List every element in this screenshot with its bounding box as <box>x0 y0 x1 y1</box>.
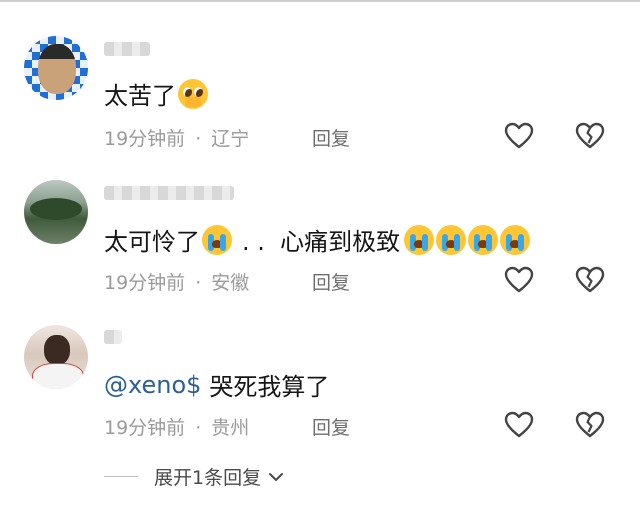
comment-text: 太可怜了 . . 心痛到极致 <box>104 222 531 257</box>
comment-location: 贵州 <box>211 417 250 439</box>
avatar[interactable] <box>24 325 88 389</box>
comment-meta: 19分钟前 · 贵州 <box>104 413 249 440</box>
avatar[interactable] <box>24 180 88 244</box>
comment-text: @xeno$ 哭死我算了 <box>104 367 329 402</box>
avatar-face <box>38 44 76 94</box>
reply-button[interactable]: 回复 <box>312 268 350 295</box>
top-divider <box>0 0 640 2</box>
avatar-shirt <box>32 363 84 389</box>
avatar-head <box>44 335 70 365</box>
crying-face-emoji <box>436 224 467 255</box>
username-blurred[interactable] <box>104 42 150 56</box>
comment-meta: 19分钟前 · 辽宁 <box>104 124 249 151</box>
crying-face-emoji <box>202 224 232 255</box>
like-heart-icon[interactable] <box>504 411 534 439</box>
comment-location: 安徽 <box>211 272 250 294</box>
comment-time: 19分钟前 <box>104 128 186 150</box>
comment-text: 太苦了 <box>104 76 208 111</box>
expand-replies-label: 展开1条回复 <box>154 467 262 489</box>
meta-separator: · <box>195 272 202 294</box>
comment-time: 19分钟前 <box>104 417 186 439</box>
comment-time: 19分钟前 <box>104 272 186 294</box>
expand-divider <box>104 476 138 477</box>
comment-location: 辽宁 <box>211 128 250 150</box>
username-blurred[interactable] <box>104 330 122 344</box>
like-heart-icon[interactable] <box>504 122 534 150</box>
comment-meta: 19分钟前 · 安徽 <box>104 268 249 295</box>
meta-separator: · <box>195 128 202 150</box>
chevron-down-icon <box>269 472 284 481</box>
comment-body-continued: . . 心痛到极致 <box>242 228 401 256</box>
reply-button[interactable]: 回复 <box>312 124 350 151</box>
meta-separator: · <box>195 417 202 439</box>
broken-heart-icon[interactable] <box>575 266 605 294</box>
broken-heart-icon[interactable] <box>575 122 605 150</box>
mention-link[interactable]: @xeno$ <box>104 371 201 399</box>
avatar[interactable] <box>24 36 88 100</box>
crying-face-emoji <box>500 224 531 255</box>
avatar-landscape <box>30 198 82 220</box>
comment-body: 哭死我算了 <box>209 373 330 401</box>
comment-body: 太苦了 <box>104 82 176 110</box>
like-heart-icon[interactable] <box>504 266 534 294</box>
reply-button[interactable]: 回复 <box>312 413 350 440</box>
crying-face-emoji <box>468 224 499 255</box>
broken-heart-icon[interactable] <box>575 411 605 439</box>
username-blurred[interactable] <box>104 186 234 200</box>
comment-body: 太可怜了 <box>104 228 200 256</box>
pleading-face-emoji <box>178 78 208 109</box>
crying-face-emoji <box>404 224 435 255</box>
expand-replies-button[interactable]: 展开1条回复 <box>104 463 285 490</box>
